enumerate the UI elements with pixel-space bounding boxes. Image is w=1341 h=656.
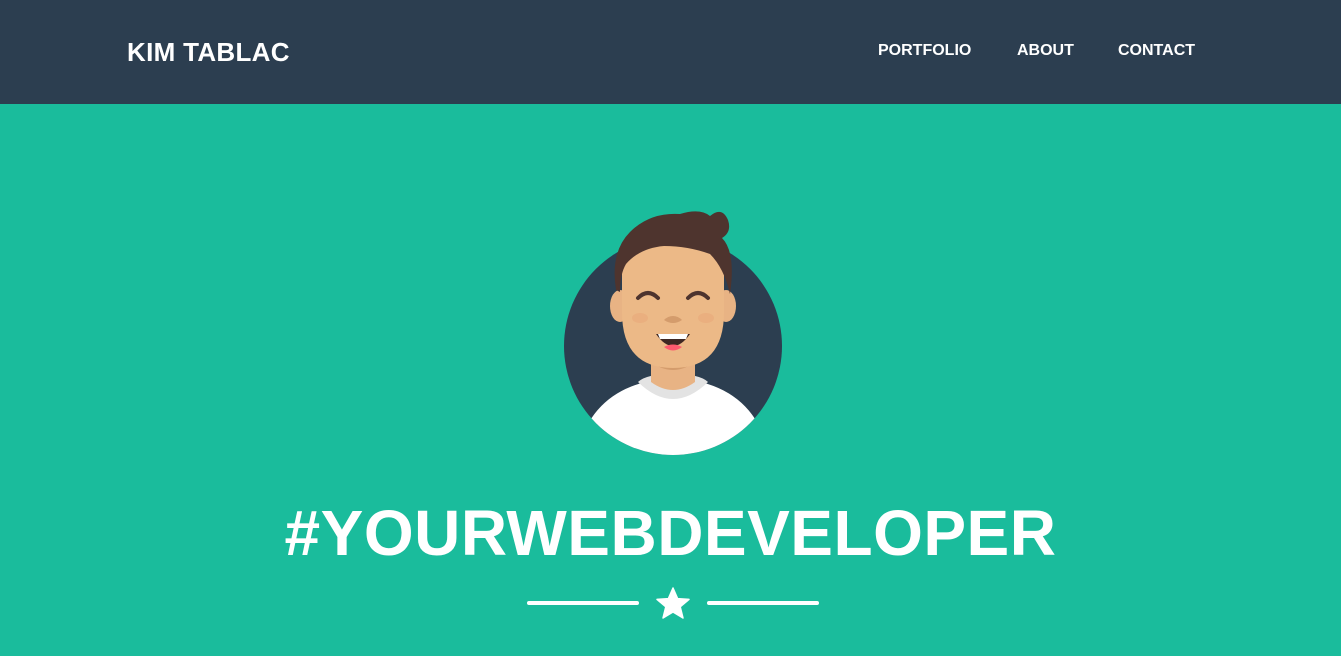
nav-link-portfolio[interactable]: PORTFOLIO	[878, 40, 971, 62]
divider-line-right	[707, 601, 819, 605]
star-icon	[656, 587, 690, 619]
masthead: #YOURWEBDEVELOPER	[0, 104, 1341, 656]
navbar: KIM TABLAC PORTFOLIO ABOUT CONTACT	[0, 0, 1341, 104]
nav-links: PORTFOLIO ABOUT CONTACT	[0, 40, 1341, 64]
headline: #YOURWEBDEVELOPER	[284, 497, 1057, 569]
nav-link-contact[interactable]: CONTACT	[1118, 40, 1195, 62]
divider-line-left	[527, 601, 639, 605]
avatar-icon	[564, 211, 782, 455]
nav-link-about[interactable]: ABOUT	[1017, 40, 1074, 62]
